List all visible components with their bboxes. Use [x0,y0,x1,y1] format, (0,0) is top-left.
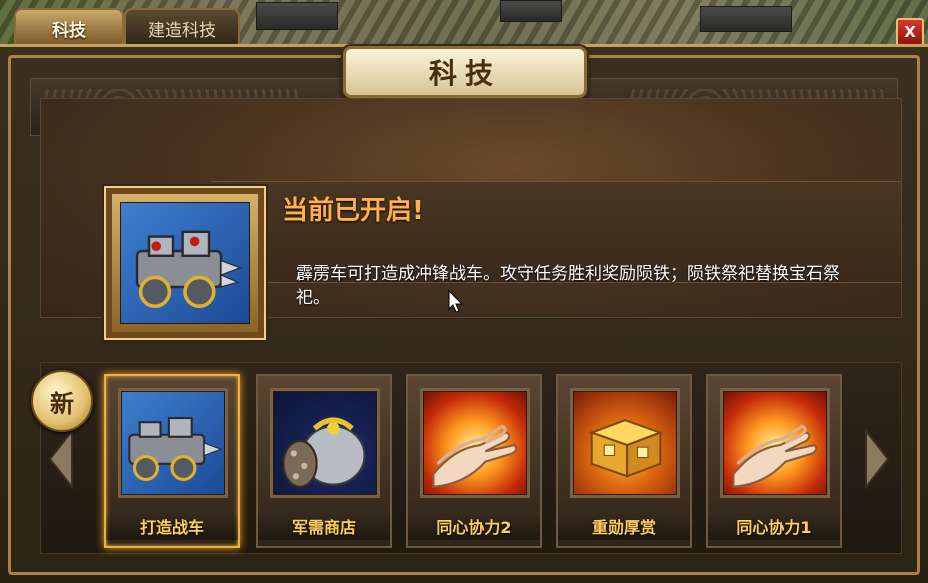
item-card-great-reward[interactable]: 重勋厚赏 [556,374,692,548]
status-text: 当前已开启! [282,196,424,226]
item-label: 同心协力1 [708,512,840,540]
item-card-unity-1[interactable]: 同心协力1 [706,374,842,548]
item-label: 同心协力2 [408,512,540,540]
item-label: 军需商店 [258,512,390,540]
item-card-build-chariot[interactable]: 打造战车 [104,374,240,548]
building-roof [256,2,338,30]
arrow-left-icon [48,428,73,490]
close-button[interactable]: X [896,18,924,46]
title-plaque: 科技 [343,46,587,98]
building-roof [500,0,562,22]
war-chariot-icon [118,388,228,498]
tab-technology[interactable]: 科技 [14,8,124,46]
scroll-right-button[interactable] [860,418,894,500]
selected-item-frame [104,186,266,340]
flaming-hands-icon [720,388,830,498]
supply-bag-icon [270,388,380,498]
page-title: 科技 [428,57,501,90]
flaming-hands-icon [420,388,530,498]
building-roof [700,6,792,32]
new-badge: 新 [31,370,93,432]
item-card-unity-2[interactable]: 同心协力2 [406,374,542,548]
item-label: 打造战车 [106,512,238,540]
mouse-cursor-icon [448,290,464,313]
arrow-right-icon [865,428,890,490]
item-label: 重勋厚赏 [558,512,690,540]
war-chariot-icon [120,202,250,324]
item-card-supply-shop[interactable]: 军需商店 [256,374,392,548]
tab-build-technology[interactable]: 建造科技 [124,8,240,46]
treasure-chest-icon [570,388,680,498]
technology-description: 霹雳车可打造成冲锋战车。攻守任务胜利奖励陨铁；陨铁祭祀替换宝石祭祀。 [296,264,840,308]
